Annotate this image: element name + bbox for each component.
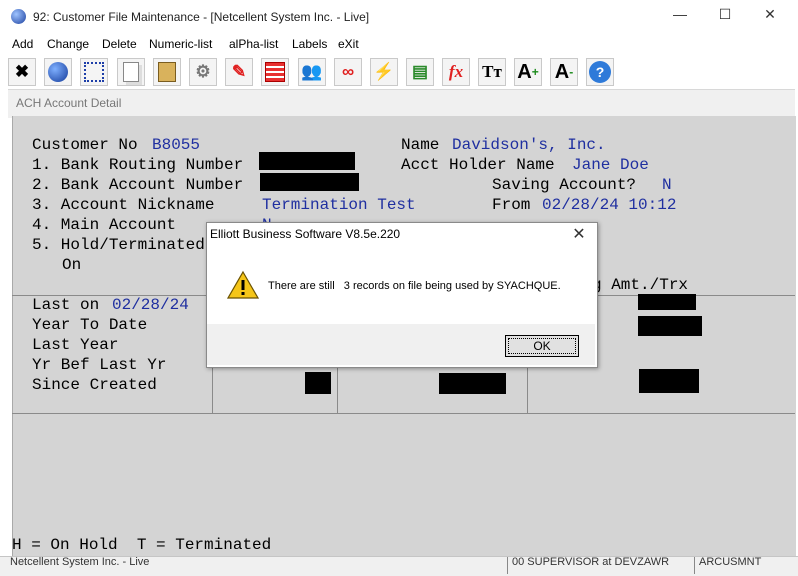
from-label: From (492, 196, 531, 214)
acct-holder-value: Jane Doe (572, 156, 649, 174)
account-number-redacted[interactable] (260, 173, 359, 191)
app-icon (11, 9, 26, 24)
settings-icon[interactable]: ⚙ (189, 58, 217, 86)
copy-icon[interactable] (117, 58, 145, 86)
from-value: 02/28/24 10:12 (542, 196, 677, 214)
routing-value-redacted[interactable] (259, 152, 355, 170)
menu-numeric-list[interactable]: Numeric-list (149, 37, 212, 51)
dialog-message: There are still 3 records on file being … (268, 280, 561, 292)
redacted-avg-last (638, 294, 696, 310)
dialog-close-button[interactable]: ✕ (568, 224, 590, 244)
function-icon[interactable]: fx (442, 58, 470, 86)
status-divider-1 (507, 557, 508, 574)
saving-account-label: Saving Account? (492, 176, 637, 194)
saving-account-value: N (662, 176, 672, 194)
main-account-label: 4. Main Account (32, 216, 177, 234)
menu-change[interactable]: Change (47, 37, 89, 51)
avg-amount-header: g Amt./Trx (592, 276, 689, 294)
customer-no-value[interactable]: B8055 (152, 136, 200, 154)
name-value: Davidson's, Inc. (452, 136, 606, 154)
status-divider-2 (694, 557, 695, 574)
maximize-button[interactable]: ☐ (705, 6, 745, 28)
history-row-last-year: Last Year (32, 336, 119, 354)
redacted-avg-ytd (638, 316, 702, 336)
font-size-icon[interactable]: Tт (478, 58, 506, 86)
footer-legend: H = On Hold T = Terminated (12, 536, 272, 554)
close-button[interactable]: ✕ (750, 6, 790, 28)
help-icon[interactable]: ? (586, 58, 614, 86)
status-left: Netcellent System Inc. - Live (10, 556, 150, 568)
history-row-ytd: Year To Date (32, 316, 148, 334)
link-icon[interactable]: ∞ (334, 58, 362, 86)
table-icon[interactable] (261, 58, 289, 86)
routing-label: 1. Bank Routing Number (32, 156, 244, 174)
account-number-label: 2. Bank Account Number (32, 176, 244, 194)
users-icon[interactable]: 👥 (298, 58, 326, 86)
grid-bottom-divider (12, 413, 795, 414)
menu-exit[interactable]: eXit (338, 37, 359, 51)
dialog-title: Elliott Business Software V8.5e.220 (210, 227, 401, 241)
chart-icon[interactable]: ▤ (406, 58, 434, 86)
history-row-yr-bef-last: Yr Bef Last Yr (32, 356, 167, 374)
status-right: ARCUSMNT (699, 556, 762, 568)
on-label: On (62, 256, 82, 274)
edit-icon[interactable]: ✎ (225, 58, 253, 86)
last-on-label: Last on (32, 296, 100, 314)
minimize-button[interactable]: — (660, 6, 700, 28)
nickname-value[interactable]: Termination Test (262, 196, 416, 214)
menu-labels[interactable]: Labels (292, 37, 327, 51)
hold-terminated-label: 5. Hold/Terminated (32, 236, 205, 254)
select-icon[interactable] (80, 58, 108, 86)
warning-icon (226, 270, 260, 300)
redacted-count-since (305, 372, 331, 394)
paste-icon[interactable] (153, 58, 181, 86)
status-middle: 00 SUPERVISOR at DEVZAWR (512, 556, 670, 568)
window-title: 92: Customer File Maintenance - [Netcell… (33, 10, 370, 24)
font-increase-icon[interactable]: A + (514, 58, 542, 86)
ok-button[interactable]: OK (505, 335, 579, 357)
history-row-since-created: Since Created (32, 376, 157, 394)
menu-add[interactable]: Add (12, 37, 33, 51)
redacted-amount-since (439, 373, 506, 394)
name-label: Name (401, 136, 440, 154)
acct-holder-label: Acct Holder Name (401, 156, 555, 174)
exit-icon[interactable]: ✖ (8, 58, 36, 86)
nickname-label: 3. Account Nickname (32, 196, 215, 214)
customer-no-label: Customer No (32, 136, 138, 154)
globe-icon[interactable] (44, 58, 72, 86)
menu-alpha-list[interactable]: alPha-list (229, 37, 278, 51)
menu-delete[interactable]: Delete (102, 37, 137, 51)
subwindow-title: ACH Account Detail (16, 96, 122, 110)
last-on-value: 02/28/24 (112, 296, 189, 314)
lightning-icon[interactable]: ⚡ (370, 58, 398, 86)
subwindow-header (8, 89, 795, 118)
redacted-avg-since (639, 369, 699, 393)
font-decrease-icon[interactable]: A- (550, 58, 578, 86)
